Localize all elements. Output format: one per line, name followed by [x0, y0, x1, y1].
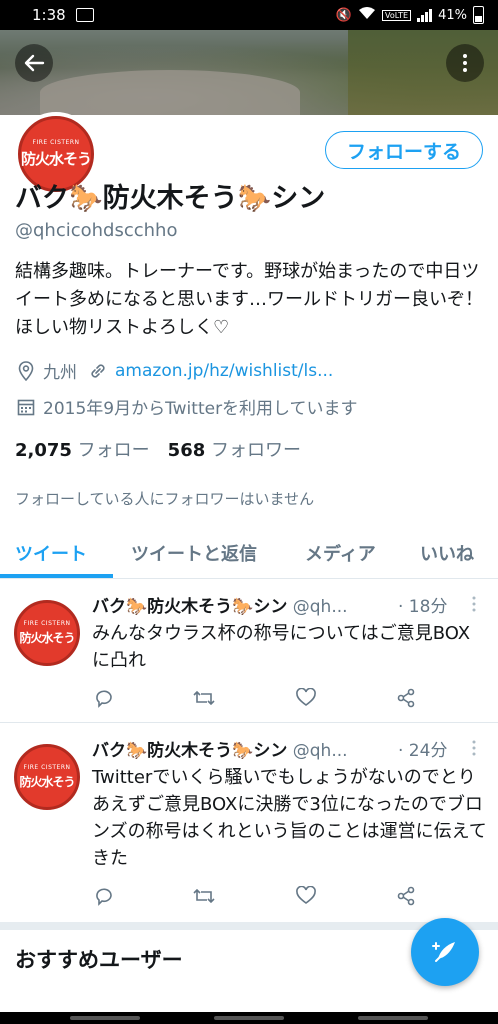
tweet-actions [92, 686, 422, 710]
nav-back[interactable] [358, 1016, 428, 1020]
share-icon[interactable] [394, 884, 418, 908]
following-link[interactable]: 2,075 フォロー [15, 440, 150, 461]
avatar-big-text: 防火水そう [19, 631, 75, 645]
tweet-text: Twitterでいくら騒いでもしょうがないのでとりあえずご意見BOXに決勝で3位… [92, 767, 487, 869]
mutual-followers-note: フォローしている人にフォロワーはいません [15, 490, 315, 508]
profile-meta-joined: 2015年9月からTwitterを利用しています [15, 394, 358, 419]
status-bar: 1:38 🔇 VoLTE 41% [0, 0, 498, 30]
following-label: フォロー [77, 440, 150, 461]
reply-icon[interactable] [92, 884, 116, 908]
location-icon [15, 360, 37, 382]
volte-badge: VoLTE [382, 9, 412, 21]
back-arrow-icon [24, 54, 45, 72]
profile-location: 九州 [43, 363, 77, 383]
tab-tweets[interactable]: ツイート [15, 540, 87, 566]
follow-button[interactable]: フォローする [325, 131, 483, 169]
profile-link[interactable]: amazon.jp/hz/wishlist/ls... [115, 361, 333, 381]
compose-icon [432, 942, 455, 962]
back-button[interactable] [15, 44, 53, 82]
retweet-icon[interactable] [192, 686, 216, 710]
profile-meta-location-link: 九州 amazon.jp/hz/wishlist/ls... [15, 358, 333, 383]
tab-tweets-replies[interactable]: ツイートと返信 [131, 540, 257, 566]
share-icon[interactable] [394, 686, 418, 710]
profile-handle: @qhcicohdscchho [15, 220, 178, 241]
avatar-small-text: FIRE CISTERN [23, 764, 71, 771]
tweet-header: バク🐎防火木そう🐎シン @qh... [92, 592, 348, 617]
followers-link[interactable]: 568 フォロワー [168, 440, 301, 461]
tab-likes[interactable]: いいね [420, 540, 474, 566]
tweet-divider [0, 722, 498, 723]
tweet-item[interactable]: FIRE CISTERN 防火水そう バク🐎防火木そう🐎シン @qh... · 1… [0, 590, 498, 720]
battery-percent: 41% [438, 7, 467, 23]
system-nav-bar [0, 1012, 498, 1024]
tweet-author-name: バク🐎防火木そう🐎シン [92, 597, 288, 617]
avatar-small-text: FIRE CISTERN [32, 139, 80, 146]
tweet-time: · 18分 [398, 597, 448, 617]
caret-down-icon[interactable] [470, 596, 478, 616]
tweet-author-name: バク🐎防火木そう🐎シン [92, 741, 288, 761]
calendar-icon [15, 396, 37, 418]
banner-rock [40, 70, 300, 115]
nav-recents[interactable] [70, 1016, 140, 1020]
follow-counts: 2,075 フォロー 568 フォロワー [15, 436, 301, 462]
like-icon[interactable] [294, 884, 318, 908]
mute-icon: 🔇 [335, 7, 353, 23]
followers-count: 568 [167, 440, 206, 461]
more-options-button[interactable] [446, 44, 484, 82]
profile-bio: 結構多趣味。トレーナーです。野球が始まったので中日ツイート多めになると思います…… [15, 261, 483, 338]
tab-media[interactable]: メディア [305, 540, 376, 566]
recommended-title: おすすめユーザー [15, 948, 183, 972]
compose-tweet-button[interactable] [411, 918, 479, 986]
avatar-big-text: 防火水そう [21, 150, 92, 168]
followers-label: フォロワー [210, 440, 301, 461]
more-vert-icon [463, 54, 467, 72]
tweet-avatar[interactable]: FIRE CISTERN 防火水そう [14, 600, 80, 666]
tweet-time: · 24分 [398, 741, 448, 761]
wifi-icon [358, 6, 376, 24]
caret-down-icon[interactable] [470, 740, 478, 760]
profile-banner [0, 30, 498, 115]
avatar-big-text: 防火水そう [19, 775, 75, 789]
reply-icon[interactable] [92, 686, 116, 710]
tweet-actions [92, 884, 422, 908]
tweet-avatar[interactable]: FIRE CISTERN 防火水そう [14, 744, 80, 810]
tweet-item[interactable]: FIRE CISTERN 防火水そう バク🐎防火木そう🐎シン @qh... · 2… [0, 734, 498, 914]
profile-name: バク🐎防火木そう🐎シン [15, 183, 326, 214]
tweet-author-handle: @qh... [292, 597, 348, 617]
nav-home[interactable] [214, 1016, 284, 1020]
active-tab-indicator [0, 574, 113, 578]
status-right: 🔇 VoLTE 41% [336, 6, 484, 24]
tweet-text: みんなタウラス杯の称号についてはご意見BOXに凸れ [92, 623, 471, 671]
profile-joined: 2015年9月からTwitterを利用しています [43, 399, 358, 419]
status-time: 1:38 [32, 6, 66, 24]
tweet-author-handle: @qh... [292, 741, 348, 761]
tweet-header: バク🐎防火木そう🐎シン @qh... [92, 736, 348, 761]
following-count: 2,075 [15, 440, 72, 461]
like-icon[interactable] [294, 686, 318, 710]
avatar-small-text: FIRE CISTERN [23, 620, 71, 627]
retweet-icon[interactable] [192, 884, 216, 908]
fire-cistern-logo: FIRE CISTERN 防火水そう [14, 600, 80, 666]
signal-icon [417, 8, 433, 22]
link-icon [87, 360, 109, 382]
battery-icon [473, 6, 484, 24]
fire-cistern-logo: FIRE CISTERN 防火水そう [14, 744, 80, 810]
gallery-notification-icon [75, 8, 94, 22]
profile-tabs: ツイート ツイートと返信 メディア いいね [0, 526, 498, 579]
